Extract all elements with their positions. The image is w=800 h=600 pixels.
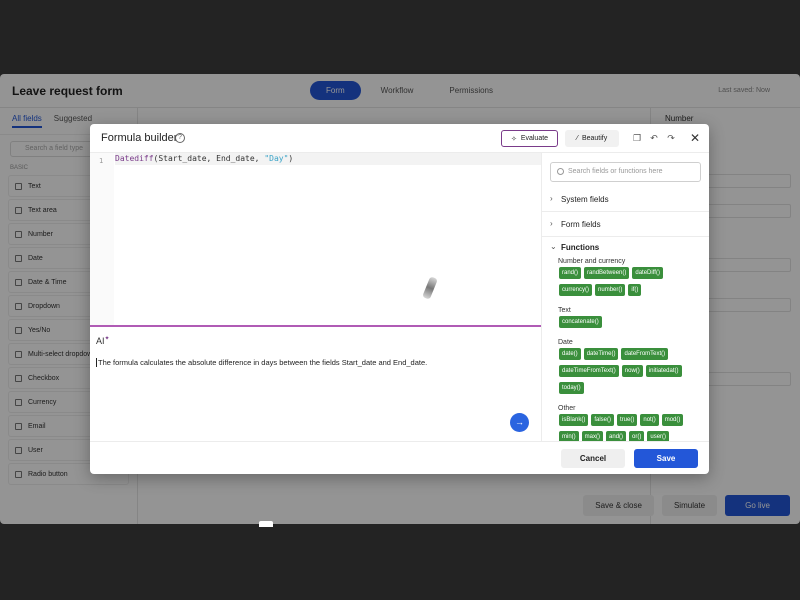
function-chip[interactable]: number() — [595, 284, 626, 296]
function-chip[interactable]: today() — [559, 382, 584, 394]
function-chip[interactable]: date() — [559, 348, 581, 360]
function-chip[interactable]: dateDiff() — [632, 267, 663, 279]
function-chip[interactable]: dateTime() — [583, 348, 619, 360]
group-system-fields[interactable]: › System fields — [542, 187, 709, 212]
chevron-right-icon: › — [550, 219, 553, 228]
function-chip[interactable]: not() — [640, 414, 659, 426]
code-close: ) — [288, 154, 294, 163]
function-sidebar: Search fields or functions here › System… — [541, 153, 709, 441]
help-icon[interactable]: ? — [175, 133, 185, 143]
send-button[interactable]: → — [510, 413, 529, 432]
function-chip[interactable]: dateFromText() — [621, 348, 669, 360]
line-gutter — [90, 153, 114, 325]
function-category-label: Number and currency — [558, 258, 626, 265]
group-label: Form fields — [561, 220, 601, 229]
search-placeholder: Search fields or functions here — [568, 168, 663, 175]
function-chip[interactable]: randBetween() — [584, 267, 630, 279]
dialog-footer: Cancel Save — [90, 441, 709, 474]
function-chip[interactable]: currency() — [559, 284, 593, 296]
function-chip[interactable]: initiatedat() — [645, 365, 682, 377]
magic-wand-icon: ⁄ — [576, 135, 578, 142]
dialog-title: Formula builder — [101, 132, 178, 144]
arrow-right-icon: → — [515, 417, 524, 427]
chevron-down-icon: ⌄ — [550, 242, 557, 251]
undo-icon[interactable]: ↶ — [648, 132, 660, 144]
group-label: System fields — [561, 195, 609, 204]
copy-icon[interactable]: ❐ — [631, 132, 643, 144]
formula-code[interactable]: Datediff(Start_date, End_date, "Day") — [115, 154, 293, 163]
formula-editor[interactable]: 1 Datediff(Start_date, End_date, "Day") — [90, 153, 541, 325]
function-chip[interactable]: true() — [617, 414, 638, 426]
function-chip[interactable]: rand() — [559, 267, 582, 279]
cancel-button[interactable]: Cancel — [561, 449, 625, 468]
function-category-label: Date — [558, 339, 573, 346]
function-chip-row: date() dateTime() dateFromText() — [559, 348, 669, 360]
function-chip[interactable]: user() — [647, 431, 670, 441]
ai-explanation-panel: AI✦ The formula calculates the absolute … — [90, 325, 541, 441]
function-chip[interactable]: false() — [591, 414, 615, 426]
beautify-label: Beautify — [581, 135, 608, 142]
function-chip[interactable]: dateTimeFromText() — [559, 365, 619, 377]
dialog-header: Formula builder ? ✧ Evaluate ⁄ Beautify … — [90, 124, 709, 153]
group-label: Functions — [561, 243, 600, 252]
function-chip-row: rand() randBetween() dateDiff() — [559, 267, 663, 279]
beautify-button[interactable]: ⁄ Beautify — [565, 130, 619, 147]
function-category-label: Text — [558, 307, 571, 314]
evaluate-button[interactable]: ✧ Evaluate — [501, 130, 558, 147]
ai-explanation-text[interactable]: The formula calculates the absolute diff… — [96, 358, 427, 367]
function-category-label: Other — [558, 405, 576, 412]
screen: Leave request form Form Workflow Permiss… — [0, 0, 800, 600]
function-chip[interactable]: now() — [621, 365, 643, 377]
code-function: Datediff — [115, 154, 154, 163]
close-icon[interactable]: ✕ — [690, 131, 700, 145]
resize-handle[interactable] — [259, 521, 273, 527]
function-chip[interactable]: and() — [606, 431, 627, 441]
formula-builder-dialog: Formula builder ? ✧ Evaluate ⁄ Beautify … — [90, 124, 709, 474]
code-args: (Start_date, End_date, — [153, 154, 265, 163]
function-chip[interactable]: or() — [629, 431, 645, 441]
function-chip[interactable]: isBlank() — [559, 414, 589, 426]
function-chip-row: min() max() and() or() user() — [559, 431, 670, 441]
redo-icon[interactable]: ↷ — [665, 132, 677, 144]
chevron-right-icon: › — [550, 194, 553, 203]
group-functions[interactable]: ⌄ Functions — [542, 237, 709, 257]
function-chip[interactable]: min() — [559, 431, 579, 441]
function-chip-row: concatenate() — [559, 316, 602, 328]
function-chip[interactable]: if() — [628, 284, 642, 296]
function-search-input[interactable]: Search fields or functions here — [550, 162, 701, 182]
function-chip-row: isBlank() false() true() not() mod() — [559, 414, 684, 426]
function-chip[interactable]: mod() — [661, 414, 684, 426]
function-chip[interactable]: concatenate() — [559, 316, 602, 328]
function-chip-row: dateTimeFromText() now() initiatedat() — [559, 365, 682, 377]
line-number: 1 — [99, 157, 104, 165]
save-button[interactable]: Save — [634, 449, 698, 468]
loading-spinner-icon — [422, 276, 438, 300]
group-form-fields[interactable]: › Form fields — [542, 212, 709, 237]
function-chip-row: currency() number() if() — [559, 284, 642, 296]
function-chip-row: today() — [559, 382, 584, 394]
function-chip[interactable]: max() — [581, 431, 604, 441]
ai-sparkle-icon: AI✦ — [96, 336, 110, 346]
search-icon — [557, 168, 564, 175]
sparkle-icon: ✧ — [510, 135, 517, 143]
evaluate-label: Evaluate — [520, 135, 549, 142]
code-string: "Day" — [264, 154, 289, 163]
